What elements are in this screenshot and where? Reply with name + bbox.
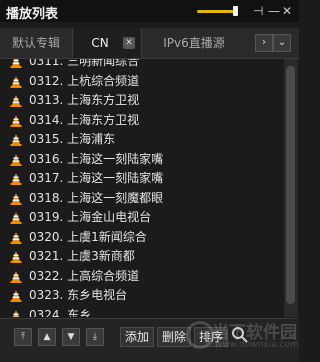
tab-scroll-right-icon[interactable]: › bbox=[255, 34, 273, 52]
tab-menu-icon[interactable]: ⌄ bbox=[273, 34, 291, 52]
playlist-item[interactable]: 0318. 上海这一刻魔都眼 bbox=[0, 189, 283, 209]
playlist: 0311. 三明新闻综合 0312. 上杭综合频道 0313. 上海东方卫视 0314… bbox=[0, 59, 283, 317]
watermark-url: www.downxia.com bbox=[215, 340, 299, 350]
tab-default-album[interactable]: 默认专辑 bbox=[0, 28, 72, 58]
playlist-item-label: 0318. 上海这一刻魔都眼 bbox=[29, 190, 164, 205]
playlist-item[interactable]: 0321. 上虞3新商都 bbox=[0, 247, 283, 267]
vlc-cone-icon bbox=[10, 290, 22, 302]
playlist-item-label: 0323. 东乡电视台 bbox=[29, 288, 128, 302]
watermark-logo bbox=[186, 321, 214, 349]
playlist-item[interactable]: 0317. 上海这一刻陆家嘴 bbox=[0, 169, 283, 189]
playlist-item[interactable]: 0322. 上高综合频道 bbox=[0, 267, 283, 287]
playlist-item[interactable]: 0324. 东乡... bbox=[0, 306, 283, 318]
vlc-cone-icon bbox=[10, 270, 22, 283]
playlist-item-label: 0316. 上海这一刻陆家嘴 bbox=[29, 151, 164, 166]
playlist-item[interactable]: 0323. 东乡电视台 bbox=[0, 286, 283, 306]
vlc-cone-icon bbox=[10, 153, 22, 166]
playlist-item[interactable]: 0315. 上海浦东 bbox=[0, 130, 283, 150]
vlc-cone-icon bbox=[10, 114, 22, 127]
move-down-button[interactable]: ▼ bbox=[62, 328, 80, 346]
playlist-item[interactable]: 0314. 上海东方卫视 bbox=[0, 111, 283, 131]
playlist-item-label: 0322. 上高综合频道 bbox=[29, 268, 140, 283]
add-button[interactable]: 添加 bbox=[120, 327, 155, 347]
playlist-item-label: 0311. 三明新闻综合 bbox=[29, 59, 140, 68]
vlc-cone-icon bbox=[10, 75, 22, 88]
volume-slider-handle[interactable] bbox=[233, 6, 238, 16]
vlc-cone-icon bbox=[10, 59, 22, 68]
playlist-item-label: 0317. 上海这一刻陆家嘴 bbox=[29, 171, 164, 185]
window-title: 播放列表 bbox=[6, 7, 59, 22]
move-to-top-button[interactable]: ⤒ bbox=[14, 328, 32, 346]
vlc-cone-icon bbox=[10, 134, 22, 146]
tab-cn-label: CN bbox=[91, 36, 109, 50]
vlc-cone-icon bbox=[10, 192, 22, 205]
playlist-item[interactable]: 0316. 上海这一刻陆家嘴 bbox=[0, 150, 283, 170]
playlist-item-label: 0315. 上海浦东 bbox=[29, 132, 116, 146]
minimize-icon[interactable]: — bbox=[268, 4, 280, 18]
volume-slider-track[interactable] bbox=[197, 10, 237, 13]
tab-close-icon[interactable]: ✕ bbox=[123, 37, 135, 49]
scrollbar-thumb[interactable] bbox=[286, 66, 295, 304]
playlist-item-label: 0314. 上海东方卫视 bbox=[29, 112, 140, 127]
playlist-item-label: 0313. 上海东方卫视 bbox=[29, 93, 140, 107]
playlist-item-label: 0321. 上虞3新商都 bbox=[29, 249, 135, 263]
vlc-cone-icon bbox=[12, 309, 20, 317]
tab-ipv6[interactable]: IPv6直播源 bbox=[141, 28, 247, 58]
playlist-item[interactable]: 0319. 上海金山电视台 bbox=[0, 208, 283, 228]
title-bar: 播放列表 ⊣ — ✕ bbox=[0, 0, 299, 22]
vlc-cone-icon bbox=[10, 173, 22, 185]
move-to-bottom-button[interactable]: ⤓ bbox=[86, 328, 104, 346]
playlist-item-label: 0319. 上海金山电视台 bbox=[29, 210, 152, 224]
vlc-cone-icon bbox=[10, 212, 22, 224]
playlist-item-label: 0324. 东乡... bbox=[29, 307, 103, 318]
playlist-item-label: 0320. 上虞1新闻综合 bbox=[29, 229, 147, 244]
playlist-item[interactable]: 0320. 上虞1新闻综合 bbox=[0, 228, 283, 248]
close-icon[interactable]: ✕ bbox=[282, 4, 292, 18]
vlc-cone-icon bbox=[10, 251, 22, 263]
vlc-cone-icon bbox=[10, 231, 22, 244]
playlist-item[interactable]: 0311. 三明新闻综合 bbox=[0, 59, 283, 72]
tab-bar: 默认专辑 CN ✕ IPv6直播源 › ⌄ bbox=[0, 28, 299, 59]
move-up-button[interactable]: ▲ bbox=[38, 328, 56, 346]
vlc-cone-icon bbox=[10, 95, 22, 107]
playlist-item[interactable]: 0312. 上杭综合频道 bbox=[0, 72, 283, 92]
playlist-item[interactable]: 0313. 上海东方卫视 bbox=[0, 91, 283, 111]
pin-icon[interactable]: ⊣ bbox=[253, 4, 263, 18]
playlist-item-label: 0312. 上杭综合频道 bbox=[29, 73, 140, 88]
